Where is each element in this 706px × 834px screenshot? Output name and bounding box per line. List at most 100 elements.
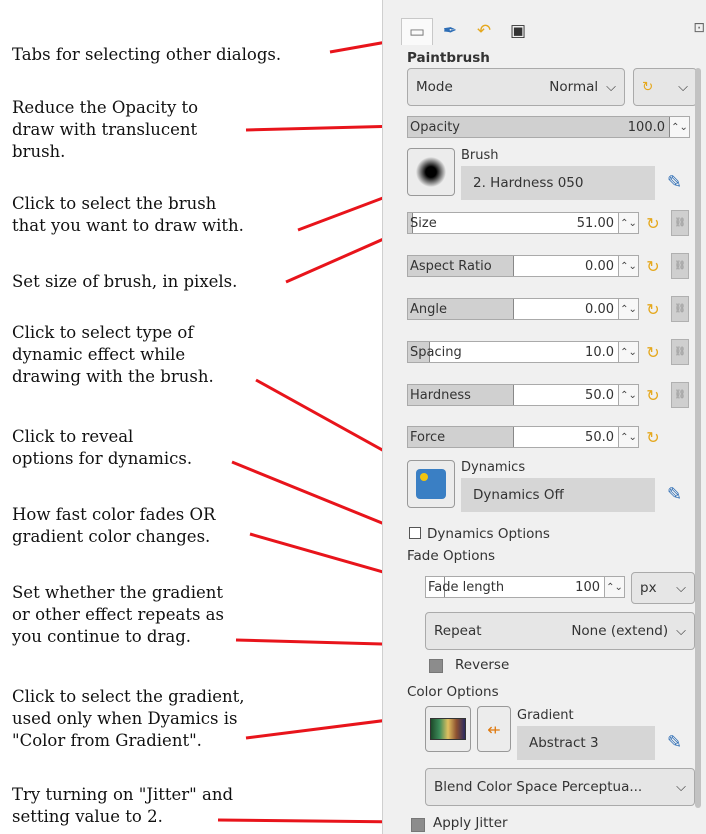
- collapse-icon[interactable]: [409, 527, 421, 539]
- tool-options-panel: ▭ ✒ ↶ ▣ ⊡ Paintbrush Mode Normal ⌵ ↻ ⌵ O…: [382, 0, 706, 834]
- force-value: 50.0: [585, 429, 614, 445]
- arrow-jitter: [217, 811, 405, 833]
- edit-brush-icon[interactable]: ✎: [667, 172, 682, 193]
- brush-name: 2. Hardness 050: [461, 166, 655, 200]
- edit-gradient-icon[interactable]: ✎: [667, 732, 682, 753]
- annotation-dynamics-type: Click to select type of dynamic effect w…: [12, 323, 214, 386]
- annotation-jitter: Try turning on "Jitter" and setting valu…: [12, 785, 234, 826]
- repeat-select[interactable]: Repeat None (extend) ⌵: [425, 612, 695, 650]
- aspect-ratio-slider[interactable]: Aspect Ratio 0.00: [407, 255, 619, 277]
- force-reset-icon[interactable]: ↻: [643, 427, 663, 447]
- tab-undo-history[interactable]: ↶: [469, 18, 499, 44]
- chevron-down-icon: ⌵: [676, 623, 686, 639]
- size-spinner[interactable]: ⌃⌄: [619, 212, 639, 234]
- size-slider[interactable]: Size 51.00: [407, 212, 619, 234]
- gradient-name: Abstract 3: [517, 726, 655, 760]
- reverse-label: Reverse: [455, 657, 510, 673]
- hardness-label: Hardness: [410, 387, 471, 403]
- dialog-tabs: ▭ ✒ ↶ ▣ ⊡: [401, 14, 705, 45]
- chevron-down-icon: ⌵: [606, 79, 616, 95]
- spacing-link-icon[interactable]: ⛓: [671, 339, 689, 365]
- size-label: Size: [410, 215, 437, 231]
- force-label: Force: [410, 429, 446, 445]
- annotation-gradient: Click to select the gradient, used only …: [12, 687, 245, 750]
- aspect-ratio-link-icon[interactable]: ⛓: [671, 253, 689, 279]
- hardness-slider[interactable]: Hardness 50.0: [407, 384, 619, 406]
- tab-images[interactable]: ▣: [503, 18, 533, 44]
- angle-label: Angle: [410, 301, 447, 317]
- fade-length-slider[interactable]: Fade length 100: [425, 576, 605, 598]
- blend-color-space-select[interactable]: Blend Color Space Perceptua... ⌵: [425, 768, 695, 806]
- arrow-opacity: [245, 115, 405, 137]
- tool-title: Paintbrush: [407, 50, 490, 66]
- mode-label: Mode: [416, 79, 453, 95]
- spacing-value: 10.0: [585, 344, 614, 360]
- angle-link-icon[interactable]: ⛓: [671, 296, 689, 322]
- chevron-down-icon: ⌵: [678, 79, 688, 95]
- gradient-reverse-icon: ⇷: [487, 719, 501, 739]
- repeat-value: None (extend): [571, 623, 669, 639]
- brush-icon: ✒: [442, 21, 458, 41]
- configure-tab-icon[interactable]: ⊡: [693, 20, 705, 36]
- angle-value: 0.00: [585, 301, 614, 317]
- fade-length-label: Fade length: [428, 579, 505, 595]
- annotation-brush: Click to select the brush that you want …: [12, 194, 244, 235]
- image-icon: ▣: [509, 21, 527, 41]
- annotation-dynamics-options: Click to reveal options for dynamics.: [12, 427, 193, 468]
- fade-unit-value: px: [640, 580, 657, 596]
- gradient-select-button[interactable]: [425, 706, 471, 752]
- angle-slider[interactable]: Angle 0.00: [407, 298, 619, 320]
- dynamics-preview-icon: [416, 469, 446, 499]
- gradient-label: Gradient: [517, 708, 574, 723]
- panel-scrollbar[interactable]: [695, 68, 701, 808]
- arrow-dynamics-options: [231, 460, 406, 535]
- apply-jitter-checkbox[interactable]: [411, 818, 425, 832]
- hardness-value: 50.0: [585, 387, 614, 403]
- opacity-spinner[interactable]: ⌃⌄: [670, 116, 690, 138]
- dynamics-options-toggle[interactable]: Dynamics Options: [427, 526, 550, 542]
- fade-length-spinner[interactable]: ⌃⌄: [605, 576, 625, 598]
- mode-select[interactable]: Mode Normal ⌵: [407, 68, 625, 106]
- edit-dynamics-icon[interactable]: ✎: [667, 484, 682, 505]
- aspect-ratio-reset-icon[interactable]: ↻: [643, 256, 663, 276]
- hardness-spinner[interactable]: ⌃⌄: [619, 384, 639, 406]
- mode-reset-select[interactable]: ↻ ⌵: [633, 68, 697, 106]
- dynamics-name: Dynamics Off: [461, 478, 655, 512]
- hardness-link-icon[interactable]: ⛓: [671, 382, 689, 408]
- blend-color-space-value: Blend Color Space Perceptua...: [434, 779, 643, 795]
- fade-length-value: 100: [575, 579, 600, 595]
- aspect-ratio-label: Aspect Ratio: [410, 258, 492, 274]
- size-reset-icon[interactable]: ↻: [643, 213, 663, 233]
- spacing-slider[interactable]: Spacing 10.0: [407, 341, 619, 363]
- size-value: 51.00: [576, 215, 614, 231]
- angle-reset-icon[interactable]: ↻: [643, 299, 663, 319]
- brush-select-button[interactable]: [407, 148, 455, 196]
- annotation-opacity: Reduce the Opacity to draw with transluc…: [12, 98, 199, 161]
- gradient-reverse-button[interactable]: ⇷: [477, 706, 511, 752]
- annotation-size: Set size of brush, in pixels.: [12, 272, 238, 291]
- dynamics-select-button[interactable]: [407, 460, 455, 508]
- chevron-down-icon: ⌵: [676, 580, 686, 596]
- dynamics-label: Dynamics: [461, 460, 526, 475]
- spacing-spinner[interactable]: ⌃⌄: [619, 341, 639, 363]
- opacity-value: 100.0: [627, 119, 665, 135]
- aspect-ratio-spinner[interactable]: ⌃⌄: [619, 255, 639, 277]
- opacity-slider[interactable]: Opacity 100.0: [407, 116, 670, 138]
- mode-value: Normal: [549, 79, 599, 95]
- gradient-preview-icon: [430, 718, 466, 740]
- spacing-label: Spacing: [410, 344, 462, 360]
- spacing-reset-icon[interactable]: ↻: [643, 342, 663, 362]
- angle-spinner[interactable]: ⌃⌄: [619, 298, 639, 320]
- color-options-title: Color Options: [407, 684, 499, 700]
- hardness-reset-icon[interactable]: ↻: [643, 385, 663, 405]
- size-link-icon[interactable]: ⛓: [671, 210, 689, 236]
- fade-unit-select[interactable]: px ⌵: [631, 572, 695, 604]
- chevron-down-icon: ⌵: [676, 779, 686, 795]
- force-spinner[interactable]: ⌃⌄: [619, 426, 639, 448]
- reverse-checkbox[interactable]: [429, 659, 443, 673]
- force-slider[interactable]: Force 50.0: [407, 426, 619, 448]
- tab-tool-options[interactable]: ▭: [401, 18, 433, 45]
- undo-icon: ↶: [476, 21, 492, 41]
- reset-icon: ↻: [642, 79, 654, 95]
- tab-brushes[interactable]: ✒: [435, 18, 465, 44]
